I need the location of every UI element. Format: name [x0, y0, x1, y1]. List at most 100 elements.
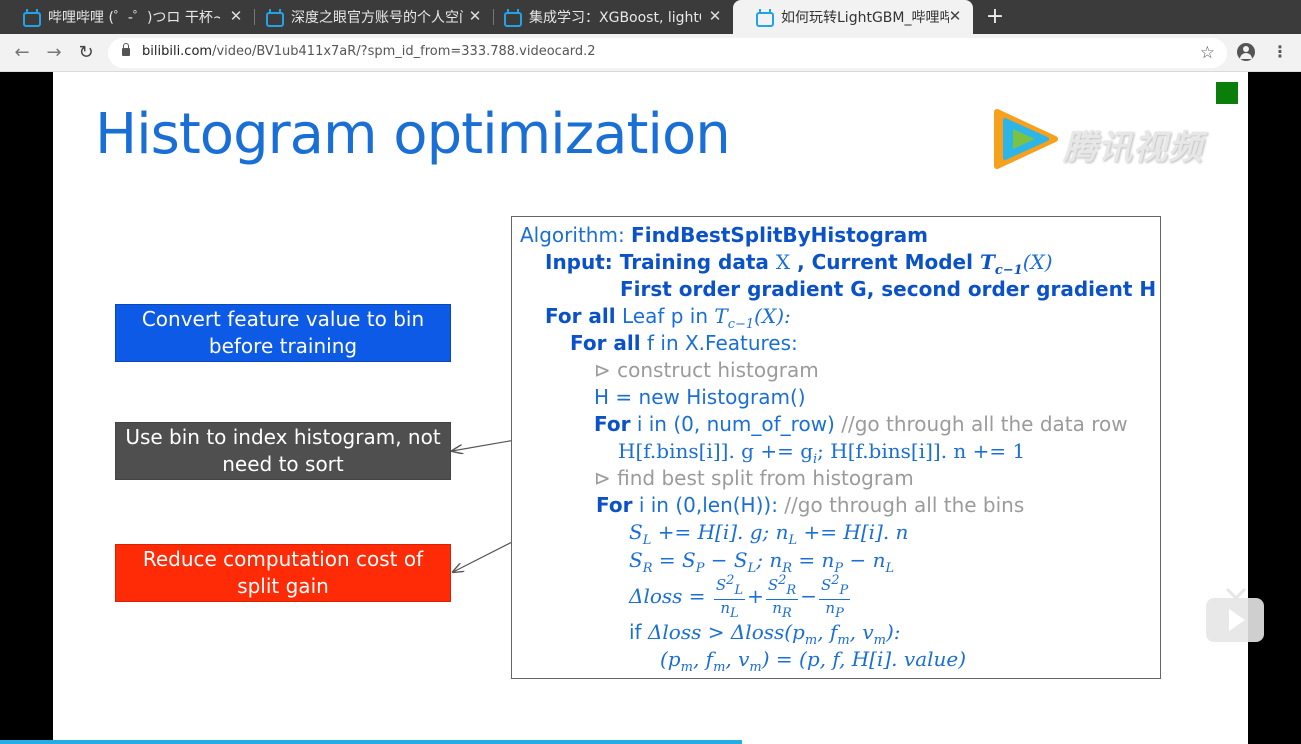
- text: ):: [886, 620, 901, 644]
- lock-icon[interactable]: [122, 43, 130, 56]
- browser-toolbar: ← → ↻ bilibili.com/video/BV1ub411x7aR/?s…: [0, 34, 1301, 72]
- text: R: [786, 583, 797, 598]
- text: n: [720, 599, 730, 617]
- video-player[interactable]: Histogram optimization 腾讯视频 Convert feat…: [0, 72, 1301, 744]
- text: S: [767, 576, 779, 594]
- tab-bar: 哔哩哔哩 (゜-゜)つロ 干杯~ ✕ 深度之眼官方账号的个人空间 ✕ 集成学习：…: [0, 0, 1301, 34]
- url-path: /video/BV1ub411x7aR/?spm_id_from=333.788…: [212, 44, 596, 59]
- box-line: Use bin to index histogram, not: [125, 425, 441, 449]
- close-tab-icon[interactable]: ✕: [228, 8, 244, 24]
- text: S: [820, 576, 832, 594]
- algo-label: Algorithm:: [520, 223, 632, 247]
- algo-line-15: if Δloss > Δloss(pm, fm, vm):: [629, 620, 901, 648]
- text: Leaf p in: [615, 304, 715, 328]
- new-tab-button[interactable]: +: [983, 5, 1007, 29]
- algo-line-12: SL += H[i]. g; nL += H[i]. n: [629, 520, 908, 548]
- algo-line-9: H[f.bins[i]]. g += gi; H[f.bins[i]]. n +…: [618, 439, 1025, 467]
- play-button[interactable]: [1206, 598, 1264, 642]
- tab-ensemble-learning[interactable]: 集成学习：XGBoost, lightGBM ✕: [481, 0, 733, 34]
- text: T: [714, 304, 728, 328]
- algo-line-10: ⊳ find best split from histogram: [594, 466, 914, 490]
- text: ; H[f.bins[i]]. n += 1: [817, 439, 1026, 463]
- box-reduce-cost: Reduce computation cost of split gain: [115, 544, 451, 602]
- text: (X): [1022, 250, 1053, 274]
- keyword: For all: [545, 304, 616, 328]
- tab-bilibili-home[interactable]: 哔哩哔哩 (゜-゜)つロ 干杯~ ✕: [0, 0, 254, 34]
- browser-menu-icon[interactable]: ⋮: [1270, 42, 1290, 62]
- text: (p: [660, 647, 681, 671]
- text: +: [747, 584, 764, 608]
- text: R: [781, 606, 792, 621]
- forward-button[interactable]: →: [41, 40, 67, 66]
- bookmark-star-icon[interactable]: ☆: [1200, 43, 1215, 63]
- algo-line-4: For all Leaf p in Tc−1(X):: [545, 304, 791, 332]
- green-square-indicator: [1216, 82, 1238, 104]
- text: (X):: [754, 304, 791, 328]
- text: S: [629, 548, 643, 572]
- tab-shenduzhiyan[interactable]: 深度之眼官方账号的个人空间 ✕: [243, 0, 493, 34]
- keyword: For: [596, 493, 633, 517]
- watermark-text: 腾讯视频: [1063, 128, 1203, 168]
- algo-line-14: Δloss = S2L nL + S2R nR − S2P nP: [629, 573, 852, 622]
- text: m: [873, 633, 886, 648]
- algo-name: FindBestSplitByHistogram: [631, 223, 928, 247]
- text: L: [730, 606, 739, 621]
- close-tab-icon[interactable]: ✕: [947, 8, 963, 24]
- box-convert-feature: Convert feature value to bin before train…: [115, 304, 451, 362]
- text: P: [835, 606, 844, 621]
- text: − n: [843, 548, 886, 572]
- text: m: [749, 660, 762, 675]
- tencent-video-logo-icon: [994, 109, 1058, 169]
- text: i in (0, num_of_row): [630, 412, 835, 436]
- text: c−1: [994, 263, 1023, 278]
- text: = n: [792, 548, 835, 572]
- algorithm-box: Algorithm: FindBestSplitByHistogram Inpu…: [511, 216, 1161, 679]
- url-text[interactable]: bilibili.com/video/BV1ub411x7aR/?spm_id_…: [142, 44, 596, 59]
- video-progress-bar[interactable]: [0, 740, 742, 744]
- text: Δloss > Δloss(p: [647, 620, 805, 644]
- tab-title: 如何玩转LightGBM_哔哩哔哩: [781, 10, 949, 26]
- box-line: before training: [208, 334, 358, 358]
- box-line: need to sort: [222, 452, 344, 476]
- box-use-bin-index: Use bin to index histogram, not need to s…: [115, 422, 451, 480]
- keyword: if: [629, 620, 648, 644]
- bilibili-favicon-icon: [265, 9, 284, 27]
- fraction: S2R nR: [765, 573, 799, 622]
- text: = S: [652, 548, 696, 572]
- tab-title: 深度之眼官方账号的个人空间: [291, 10, 463, 26]
- text: P: [839, 583, 849, 598]
- text: T: [979, 250, 995, 274]
- text: S: [715, 576, 727, 594]
- text: , v: [849, 620, 874, 644]
- text: H[f.bins[i]]. g += g: [618, 439, 813, 463]
- algo-line-5: For all f in X.Features:: [570, 331, 798, 355]
- address-bar[interactable]: bilibili.com/video/BV1ub411x7aR/?spm_id_…: [108, 38, 1227, 68]
- text: += H[i]. n: [797, 520, 909, 544]
- text: − S: [704, 548, 748, 572]
- text: i in (0,len(H)):: [632, 493, 785, 517]
- text: , v: [725, 647, 750, 671]
- reload-button[interactable]: ↻: [73, 40, 99, 66]
- tencent-video-watermark: 腾讯视频: [991, 108, 1221, 170]
- slide: Histogram optimization 腾讯视频 Convert feat…: [53, 72, 1248, 744]
- algo-line-11: For i in (0,len(H)): //go through all th…: [596, 493, 1024, 517]
- text: , f: [817, 620, 838, 644]
- text: n: [772, 599, 782, 617]
- text: X: [775, 250, 791, 274]
- text: ; n: [756, 548, 783, 572]
- comment: //go through all the data row: [834, 412, 1128, 436]
- box-line: split gain: [237, 574, 329, 598]
- close-tab-icon[interactable]: ✕: [707, 8, 723, 24]
- algo-line-6: ⊳ construct histogram: [594, 358, 819, 382]
- text: L: [734, 583, 744, 598]
- text: ) = (p, f, H[i]. value): [761, 647, 967, 671]
- text: S: [629, 520, 643, 544]
- back-button[interactable]: ←: [9, 40, 35, 66]
- algo-line-8: For i in (0, num_of_row) //go through al…: [594, 412, 1128, 436]
- algo-line-16: (pm, fm, vm) = (p, f, H[i]. value): [660, 647, 966, 675]
- profile-avatar-icon[interactable]: [1237, 43, 1255, 61]
- tab-lightgbm-active[interactable]: 如何玩转LightGBM_哔哩哔哩 ✕: [733, 0, 973, 34]
- text: n: [825, 599, 836, 617]
- tab-title: 集成学习：XGBoost, lightGBM: [529, 10, 701, 26]
- text: m: [837, 633, 850, 648]
